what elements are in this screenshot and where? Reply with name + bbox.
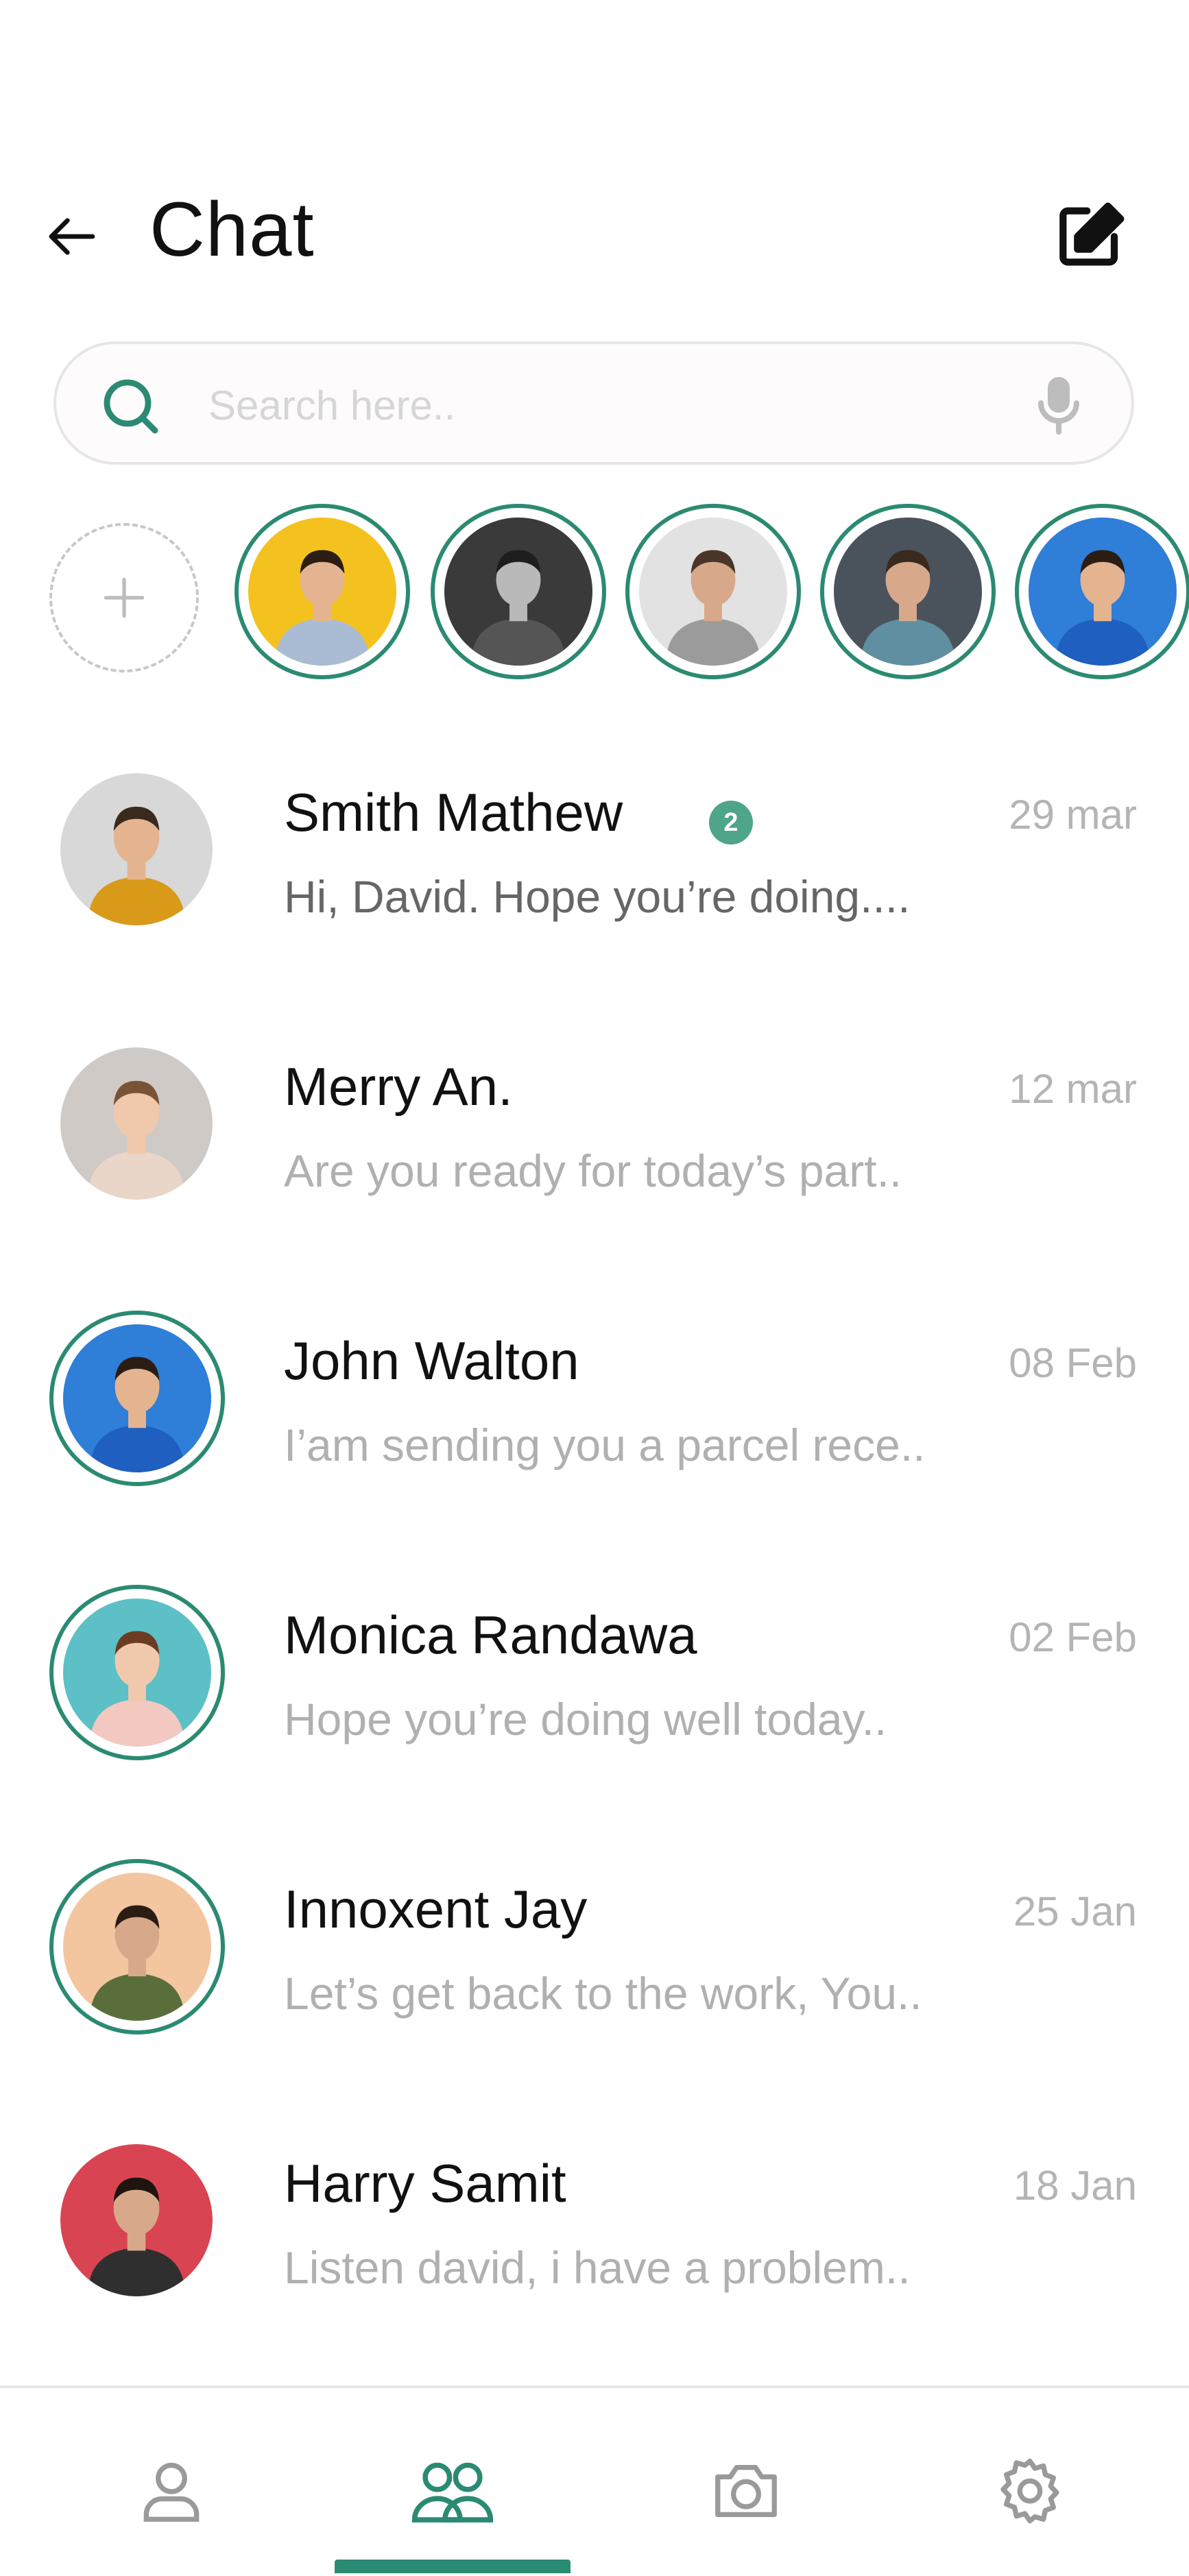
- camera-icon: [715, 2464, 777, 2518]
- message-preview: Let’s get back to the work, You..: [284, 1968, 922, 2019]
- message-preview: Listen david, i have a problem..: [284, 2242, 911, 2293]
- story-avatar[interactable]: [235, 504, 410, 679]
- chat-list-item[interactable]: Innoxent Jay 25 Jan Let’s get back to th…: [0, 1837, 1189, 2111]
- contact-name: Merry An.: [284, 1056, 513, 1117]
- message-date: 08 Feb: [1009, 1340, 1137, 1386]
- add-story-button[interactable]: [49, 523, 199, 672]
- profile-icon: [143, 2462, 200, 2522]
- avatar: [60, 2144, 213, 2296]
- chat-list-item[interactable]: Merry An. 12 mar Are you ready for today…: [0, 1014, 1189, 1289]
- active-tab-indicator: [335, 2560, 571, 2573]
- nav-profile[interactable]: [123, 2443, 219, 2539]
- search-bar[interactable]: [53, 341, 1134, 465]
- avatar: [49, 1859, 225, 2034]
- message-preview: Hope you’re doing well today..: [284, 1694, 887, 1745]
- story-avatar[interactable]: [820, 504, 996, 679]
- story-avatar[interactable]: [1015, 504, 1189, 679]
- message-date: 12 mar: [1009, 1066, 1137, 1112]
- microphone-icon[interactable]: [1026, 372, 1092, 440]
- contact-name: Monica Randawa: [284, 1605, 697, 1665]
- plus-icon: [104, 577, 145, 618]
- stories-row: [0, 504, 1189, 689]
- chat-header: Chat: [0, 171, 1189, 281]
- page-title: Chat: [149, 186, 315, 272]
- back-button[interactable]: [41, 206, 103, 267]
- contact-name: Harry Samit: [284, 2153, 566, 2213]
- bottom-navigation: [0, 2385, 1189, 2576]
- compose-button[interactable]: [1049, 195, 1131, 278]
- group-icon: [411, 2462, 494, 2523]
- unread-badge: 2: [709, 801, 753, 845]
- nav-groups[interactable]: [405, 2443, 501, 2539]
- avatar: [49, 1585, 225, 1760]
- contact-name: John Walton: [284, 1330, 579, 1391]
- message-preview: Hi, David. Hope you’re doing....: [284, 871, 911, 922]
- avatar: [49, 1311, 225, 1486]
- contact-name: Smith Mathew: [284, 782, 623, 842]
- message-date: 18 Jan: [1013, 2163, 1137, 2209]
- nav-camera[interactable]: [698, 2443, 794, 2539]
- message-date: 29 mar: [1009, 792, 1137, 838]
- avatar: [60, 1047, 213, 1200]
- story-avatar[interactable]: [431, 504, 606, 679]
- contact-name: Innoxent Jay: [284, 1879, 588, 1939]
- avatar: [60, 773, 213, 925]
- message-date: 25 Jan: [1013, 1888, 1137, 1934]
- story-avatar[interactable]: [625, 504, 801, 679]
- chat-list-item[interactable]: Smith Mathew 2 29 mar Hi, David. Hope yo…: [0, 740, 1189, 1014]
- message-preview: I’am sending you a parcel rece..: [284, 1420, 926, 1470]
- search-input[interactable]: [207, 372, 1033, 439]
- chat-list-item[interactable]: Harry Samit 18 Jan Listen david, i have …: [0, 2111, 1189, 2385]
- search-icon: [104, 379, 158, 434]
- message-date: 02 Feb: [1009, 1614, 1137, 1660]
- settings-icon: [1000, 2458, 1059, 2524]
- arrow-left-icon: [49, 218, 95, 255]
- chat-list-item[interactable]: John Walton 08 Feb I’am sending you a pa…: [0, 1289, 1189, 1563]
- message-preview: Are you ready for today’s part..: [284, 1145, 902, 1196]
- compose-icon: [1059, 202, 1125, 266]
- nav-settings[interactable]: [982, 2443, 1078, 2539]
- chat-list-item[interactable]: Monica Randawa 02 Feb Hope you’re doing …: [0, 1563, 1189, 1837]
